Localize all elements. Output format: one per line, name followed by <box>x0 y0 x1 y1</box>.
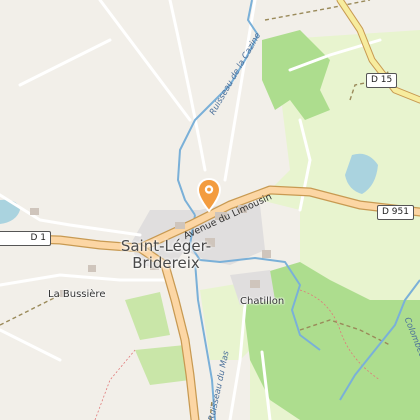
minor-road <box>0 273 167 287</box>
map-canvas[interactable]: Saint-Léger- Bridereix La Bussière Chati… <box>0 0 420 420</box>
minor-road <box>18 38 112 87</box>
building <box>250 280 260 288</box>
minor-road <box>0 328 62 362</box>
footpath <box>94 349 136 420</box>
pond-west <box>0 199 20 224</box>
building <box>88 265 96 272</box>
town-label-line1: Saint-Léger- <box>120 237 212 255</box>
minor-road <box>168 0 207 172</box>
location-pin-marker[interactable] <box>196 178 222 212</box>
town-label: Saint-Léger- Bridereix <box>113 238 219 272</box>
road-shield-d15: D 15 <box>366 73 398 88</box>
hamlet-label-la-bussiere: La Bussière <box>48 289 106 300</box>
building <box>262 250 271 258</box>
building <box>175 222 185 229</box>
minor-road <box>98 0 192 122</box>
minor-road <box>0 193 142 237</box>
hamlet-label-chatillon: Chatillon <box>240 296 285 307</box>
road-shield-d1: D 1 <box>0 231 51 246</box>
forest-area-west <box>125 292 170 340</box>
road-shield-d951: D 951 <box>377 205 414 220</box>
building <box>30 208 39 215</box>
town-label-line2: Bridereix <box>132 254 200 272</box>
location-pin-icon <box>196 178 222 212</box>
forest-area-southwest <box>135 345 190 385</box>
